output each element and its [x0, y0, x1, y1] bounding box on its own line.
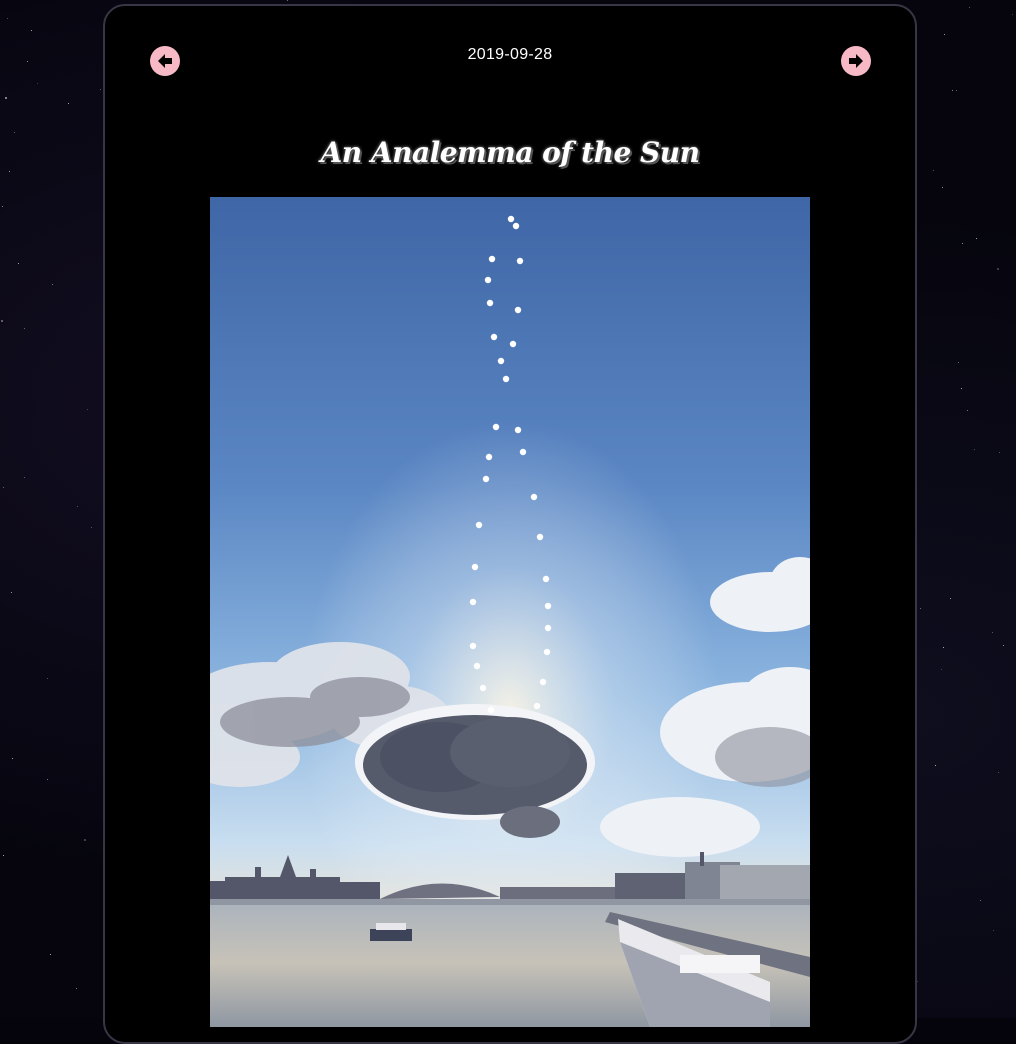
- star: [24, 477, 25, 478]
- star: [962, 243, 963, 244]
- star: [14, 132, 15, 133]
- star: [941, 669, 942, 670]
- star: [5, 97, 7, 99]
- star: [935, 765, 936, 766]
- star: [933, 170, 934, 171]
- star: [100, 89, 101, 90]
- star: [967, 410, 968, 411]
- star: [68, 103, 69, 104]
- star: [77, 506, 78, 507]
- star: [91, 527, 92, 528]
- star: [920, 608, 921, 609]
- star: [992, 632, 993, 633]
- star: [956, 90, 957, 91]
- star: [999, 452, 1000, 453]
- star: [31, 30, 32, 31]
- star: [980, 900, 981, 901]
- star: [952, 90, 953, 91]
- star: [969, 7, 970, 8]
- star: [974, 449, 975, 450]
- star: [993, 930, 994, 931]
- star: [942, 187, 943, 188]
- star: [944, 34, 945, 35]
- star: [24, 328, 25, 329]
- star: [2, 206, 3, 207]
- star: [950, 598, 951, 599]
- star: [50, 954, 51, 955]
- star: [87, 409, 88, 410]
- star: [27, 61, 28, 62]
- apod-image[interactable]: [210, 197, 810, 1027]
- analemma-photo: [210, 197, 810, 1027]
- star: [1, 320, 3, 322]
- next-day-button[interactable]: [841, 46, 871, 76]
- star: [998, 772, 999, 773]
- star: [37, 83, 38, 84]
- star: [997, 268, 999, 270]
- star: [7, 18, 8, 19]
- star: [3, 855, 4, 856]
- star: [47, 779, 48, 780]
- star: [1012, 14, 1013, 15]
- star: [287, 0, 288, 1]
- star: [3, 487, 4, 488]
- star: [9, 171, 10, 172]
- apod-title: An Analemma of the Sun: [320, 136, 700, 169]
- star: [12, 758, 13, 759]
- star: [1003, 645, 1004, 646]
- star: [18, 263, 19, 264]
- arrow-right-icon: [849, 54, 863, 68]
- star: [11, 592, 12, 593]
- star: [961, 388, 962, 389]
- star: [76, 988, 77, 989]
- tour-boat-small: [370, 923, 412, 941]
- star: [917, 981, 918, 982]
- star: [958, 362, 959, 363]
- apod-card: 2019-09-28 An Analemma of the Sun: [103, 4, 917, 1044]
- apod-date: 2019-09-28: [467, 46, 553, 63]
- star: [52, 284, 53, 285]
- star: [976, 238, 977, 239]
- star: [84, 839, 86, 841]
- star: [47, 678, 48, 679]
- star: [943, 647, 944, 648]
